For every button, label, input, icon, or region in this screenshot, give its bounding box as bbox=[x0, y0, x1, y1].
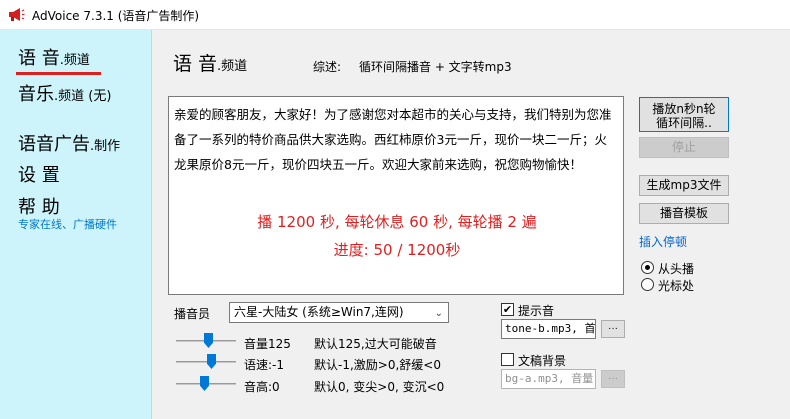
title-bar: AdVoice 7.3.1 (语音广告制作) bbox=[0, 0, 790, 30]
sidebar-item-label: 语 音 bbox=[18, 48, 60, 69]
slider-thumb[interactable] bbox=[200, 376, 209, 391]
play-loop-label: 播放n秒n轮 循环间隔.. bbox=[652, 102, 716, 130]
background-browse-button[interactable]: ··· bbox=[601, 370, 625, 388]
speed-label: 语速:-1 bbox=[244, 358, 285, 372]
play-from-cursor-label[interactable]: 光标处 bbox=[658, 277, 694, 294]
main-panel: 语 音.频道 综述: 循环间隔播音 + 文字转mp3 亲爱的顾客朋友，大家好！为… bbox=[153, 30, 790, 419]
megaphone-icon bbox=[9, 8, 25, 21]
script-textarea[interactable]: 亲爱的顾客朋友，大家好！为了感谢您对本超市的关心与支持，我们特别为您准备了一系列… bbox=[168, 96, 624, 295]
voice-template-button[interactable]: 播音模板 bbox=[639, 203, 729, 224]
expert-online-link[interactable]: 专家在线、广播硬件 bbox=[18, 216, 117, 232]
background-file-input[interactable]: bg-a.mp3, 音量 bbox=[501, 369, 596, 389]
generate-mp3-button[interactable]: 生成mp3文件 bbox=[639, 175, 729, 196]
volume-note: 默认125,过大可能破音 bbox=[314, 337, 437, 351]
speed-slider[interactable] bbox=[176, 354, 236, 370]
sidebar-item-suffix: .制作 bbox=[90, 139, 121, 154]
page-title-main: 语 音 bbox=[173, 53, 218, 75]
tone-label[interactable]: 提示音 bbox=[518, 302, 554, 319]
announcer-label: 播音员 bbox=[174, 307, 211, 321]
slider-track bbox=[176, 361, 236, 363]
play-loop-button[interactable]: 播放n秒n轮 循环间隔.. bbox=[639, 97, 729, 132]
progress-text: 进度: 50 / 1200秒 bbox=[333, 241, 461, 259]
sidebar-item-label: 音乐 bbox=[18, 84, 54, 105]
window-title: AdVoice 7.3.1 (语音广告制作) bbox=[32, 9, 200, 23]
pitch-slider[interactable] bbox=[176, 376, 236, 392]
active-indicator bbox=[16, 72, 101, 75]
sidebar-item-label: 帮 助 bbox=[18, 197, 60, 218]
insert-pause-link[interactable]: 插入停顿 bbox=[639, 233, 687, 250]
play-from-start-radio[interactable] bbox=[641, 261, 654, 274]
slider-thumb[interactable] bbox=[207, 354, 216, 369]
sidebar-item-label: 设 置 bbox=[18, 165, 60, 186]
summary-label: 综述: bbox=[313, 60, 342, 74]
sidebar-item-voice-ad[interactable]: 语音广告.制作 bbox=[18, 130, 120, 156]
sidebar: 语 音.频道 音乐.频道 (无) 语音广告.制作 设 置 帮 助 专家在线、广播… bbox=[0, 30, 152, 419]
summary-text: 循环间隔播音 + 文字转mp3 bbox=[359, 60, 512, 74]
pitch-label: 音高:0 bbox=[244, 380, 280, 394]
page-title-suffix: .频道 bbox=[217, 59, 248, 74]
play-info-text: 播 1200 秒, 每轮休息 60 秒, 每轮播 2 遍 bbox=[257, 213, 537, 231]
sidebar-item-suffix: .频道 (无) bbox=[54, 89, 112, 104]
sidebar-item-suffix: .频道 bbox=[59, 53, 90, 68]
play-from-start-label[interactable]: 从头播 bbox=[658, 260, 694, 277]
script-text: 亲爱的顾客朋友，大家好！为了感谢您对本超市的关心与支持，我们特别为您准备了一系列… bbox=[174, 107, 612, 172]
chevron-down-icon: ⌄ bbox=[434, 308, 443, 319]
sidebar-item-settings[interactable]: 设 置 bbox=[18, 161, 60, 187]
page-title: 语 音.频道 bbox=[173, 49, 247, 76]
pitch-note: 默认0, 变尖>0, 变沉<0 bbox=[314, 380, 445, 394]
tone-browse-button[interactable]: ··· bbox=[601, 320, 625, 338]
play-from-cursor-radio[interactable] bbox=[641, 278, 654, 291]
slider-thumb[interactable] bbox=[204, 333, 213, 348]
volume-slider[interactable] bbox=[176, 333, 236, 349]
background-label[interactable]: 文稿背景 bbox=[518, 352, 566, 369]
background-checkbox[interactable] bbox=[501, 353, 514, 366]
announcer-selected-value: 六星-大陆女 (系统≥Win7,连网) bbox=[234, 305, 404, 319]
volume-label: 音量125 bbox=[244, 337, 291, 351]
sidebar-item-label: 语音广告 bbox=[18, 134, 90, 155]
tone-checkbox[interactable]: ✔ bbox=[501, 303, 514, 316]
announcer-select[interactable]: 六星-大陆女 (系统≥Win7,连网) ⌄ bbox=[229, 302, 449, 323]
stop-button[interactable]: 停止 bbox=[639, 137, 729, 158]
sidebar-item-music-channel[interactable]: 音乐.频道 (无) bbox=[18, 80, 111, 106]
sidebar-item-voice-channel[interactable]: 语 音.频道 bbox=[18, 44, 90, 70]
tone-file-input[interactable]: tone-b.mp3, 首 bbox=[501, 319, 596, 339]
speed-note: 默认-1,激励>0,舒缓<0 bbox=[314, 358, 441, 372]
